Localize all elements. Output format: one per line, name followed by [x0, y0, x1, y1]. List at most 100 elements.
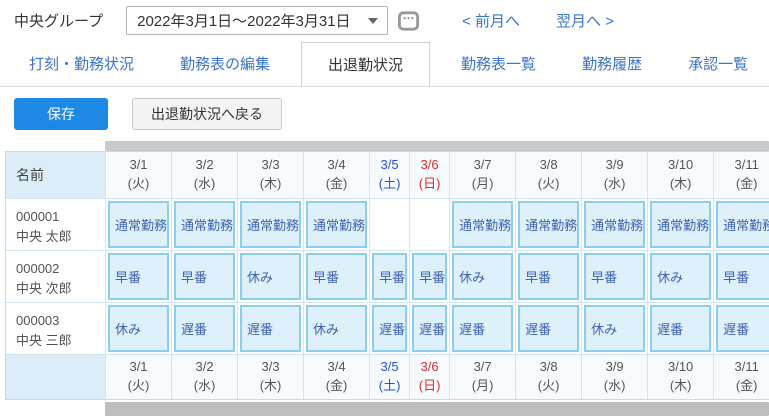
- shift-cell-000003-3/8[interactable]: 遅番: [516, 303, 583, 355]
- shift-cell-000002-3/11[interactable]: 早番: [714, 251, 769, 303]
- shift-chip: 休み: [650, 253, 712, 300]
- footer-date-3/5: 3/5 (土): [370, 355, 411, 399]
- shift-chip: 通常勤務: [240, 201, 302, 248]
- employee-cell-000002: 000002 中央 次郎: [6, 251, 106, 303]
- header-date-3/1: 3/1 (火): [106, 152, 173, 199]
- back-to-attendance-button[interactable]: 出退勤状況へ戻る: [132, 98, 282, 130]
- footer-date-3/11: 3/11 (金): [714, 355, 769, 399]
- scrollbar-spacer-top: [5, 141, 105, 151]
- shift-chip: 遅番: [716, 305, 769, 352]
- shift-chip: 早番: [108, 253, 170, 300]
- footer-date-3/8: 3/8 (火): [516, 355, 583, 399]
- employee-cell-000003: 000003 中央 三郎: [6, 303, 106, 355]
- shift-cell-000003-3/1[interactable]: 休み: [106, 303, 173, 355]
- shift-cell-000002-3/10[interactable]: 休み: [648, 251, 715, 303]
- shift-cell-000003-3/11[interactable]: 遅番: [714, 303, 769, 355]
- shift-cell-000001-3/5[interactable]: [370, 199, 411, 251]
- shift-chip: 通常勤務: [716, 201, 769, 248]
- calendar-icon[interactable]: [397, 9, 420, 32]
- header-date-3/2: 3/2 (水): [172, 152, 239, 199]
- shift-cell-000002-3/5[interactable]: 早番: [370, 251, 411, 303]
- shift-cell-000002-3/8[interactable]: 早番: [516, 251, 583, 303]
- shift-cell-000002-3/2[interactable]: 早番: [172, 251, 239, 303]
- shift-chip: 遅番: [412, 305, 448, 352]
- header-date-3/5: 3/5 (土): [370, 152, 411, 199]
- shift-chip: 遅番: [650, 305, 712, 352]
- shift-chip: 休み: [452, 253, 514, 300]
- shift-cell-000003-3/6[interactable]: 遅番: [410, 303, 451, 355]
- tab-2[interactable]: 勤務表の編集: [165, 41, 285, 86]
- shift-chip: 遅番: [372, 305, 408, 352]
- shift-cell-000003-3/10[interactable]: 遅番: [648, 303, 715, 355]
- shift-chip: 遅番: [518, 305, 580, 352]
- shift-cell-000003-3/9[interactable]: 休み: [582, 303, 649, 355]
- footer-date-3/7: 3/7 (月): [450, 355, 517, 399]
- tab-3[interactable]: 出退勤状況: [301, 42, 431, 86]
- group-name-label: 中央グループ: [14, 13, 104, 30]
- shift-cell-000003-3/5[interactable]: 遅番: [370, 303, 411, 355]
- tab-5[interactable]: 勤務履歴: [567, 41, 657, 86]
- shift-cell-000001-3/6[interactable]: [410, 199, 451, 251]
- shift-cell-000001-3/11[interactable]: 通常勤務: [714, 199, 769, 251]
- scrollbar-spacer-bottom: [5, 402, 105, 416]
- shift-cell-000001-3/9[interactable]: 通常勤務: [582, 199, 649, 251]
- shift-cell-000003-3/4[interactable]: 休み: [304, 303, 371, 355]
- shift-chip: 通常勤務: [584, 201, 646, 248]
- footer-date-3/3: 3/3 (木): [238, 355, 305, 399]
- shift-chip: 早番: [372, 253, 408, 300]
- footer-date-3/10: 3/10 (木): [648, 355, 715, 399]
- shift-cell-000001-3/8[interactable]: 通常勤務: [516, 199, 583, 251]
- date-range-select[interactable]: 2022年3月1日〜2022年3月31日: [126, 6, 389, 35]
- header-date-3/8: 3/8 (火): [516, 152, 583, 199]
- shift-grid: 名前 3/1 (火) 3/2 (水) 3/3 (木) 3/4 (金) 3/5 (土) 3/6 (日) 3/…: [5, 151, 769, 400]
- shift-cell-000002-3/9[interactable]: 早番: [582, 251, 649, 303]
- shift-cell-000003-3/7[interactable]: 遅番: [450, 303, 517, 355]
- shift-cell-000002-3/3[interactable]: 休み: [238, 251, 305, 303]
- shift-cell-000002-3/6[interactable]: 早番: [410, 251, 451, 303]
- top-bar: 中央グループ 2022年3月1日〜2022年3月31日 < 前月へ 翌月へ >: [0, 0, 769, 41]
- shift-chip: 遅番: [240, 305, 302, 352]
- save-button[interactable]: 保存: [14, 98, 108, 130]
- header-date-3/3: 3/3 (木): [238, 152, 305, 199]
- tab-4[interactable]: 勤務表一覧: [446, 41, 551, 86]
- footer-name-spacer: [6, 355, 106, 399]
- prev-month-link[interactable]: < 前月へ: [462, 10, 520, 31]
- next-month-link[interactable]: 翌月へ >: [556, 10, 614, 31]
- tab-6[interactable]: 承認一覧: [673, 41, 763, 86]
- shift-chip: 通常勤務: [518, 201, 580, 248]
- header-date-3/4: 3/4 (金): [304, 152, 371, 199]
- shift-cell-000002-3/4[interactable]: 早番: [304, 251, 371, 303]
- shift-chip: 早番: [174, 253, 236, 300]
- shift-chip: 通常勤務: [650, 201, 712, 248]
- shift-cell-000003-3/3[interactable]: 遅番: [238, 303, 305, 355]
- tab-1[interactable]: 打刻・勤務状況: [14, 41, 149, 86]
- shift-cell-000001-3/2[interactable]: 通常勤務: [172, 199, 239, 251]
- shift-chip: 休み: [108, 305, 170, 352]
- toolbar: 保存 出退勤状況へ戻る: [0, 87, 769, 137]
- shift-cell-000001-3/3[interactable]: 通常勤務: [238, 199, 305, 251]
- header-date-3/11: 3/11 (金): [714, 152, 769, 199]
- shift-cell-000001-3/10[interactable]: 通常勤務: [648, 199, 715, 251]
- footer-date-3/2: 3/2 (水): [172, 355, 239, 399]
- shift-chip: 早番: [412, 253, 448, 300]
- shift-chip: 早番: [716, 253, 769, 300]
- name-column-header: 名前: [6, 152, 106, 199]
- employee-cell-000001: 000001 中央 太郎: [6, 199, 106, 251]
- footer-date-3/6: 3/6 (日): [410, 355, 451, 399]
- footer-date-3/1: 3/1 (火): [106, 355, 173, 399]
- header-date-3/9: 3/9 (水): [582, 152, 649, 199]
- shift-chip: 休み: [240, 253, 302, 300]
- shift-chip: 遅番: [174, 305, 236, 352]
- shift-cell-000001-3/1[interactable]: 通常勤務: [106, 199, 173, 251]
- shift-cell-000002-3/7[interactable]: 休み: [450, 251, 517, 303]
- horizontal-scrollbar-top[interactable]: [105, 141, 769, 151]
- shift-cell-000001-3/7[interactable]: 通常勤務: [450, 199, 517, 251]
- horizontal-scrollbar-bottom[interactable]: [105, 402, 769, 416]
- header-date-3/10: 3/10 (木): [648, 152, 715, 199]
- shift-cell-000001-3/4[interactable]: 通常勤務: [304, 199, 371, 251]
- shift-chip: 休み: [584, 305, 646, 352]
- shift-chip: 早番: [306, 253, 368, 300]
- shift-cell-000003-3/2[interactable]: 遅番: [172, 303, 239, 355]
- shift-cell-000002-3/1[interactable]: 早番: [106, 251, 173, 303]
- footer-date-3/4: 3/4 (金): [304, 355, 371, 399]
